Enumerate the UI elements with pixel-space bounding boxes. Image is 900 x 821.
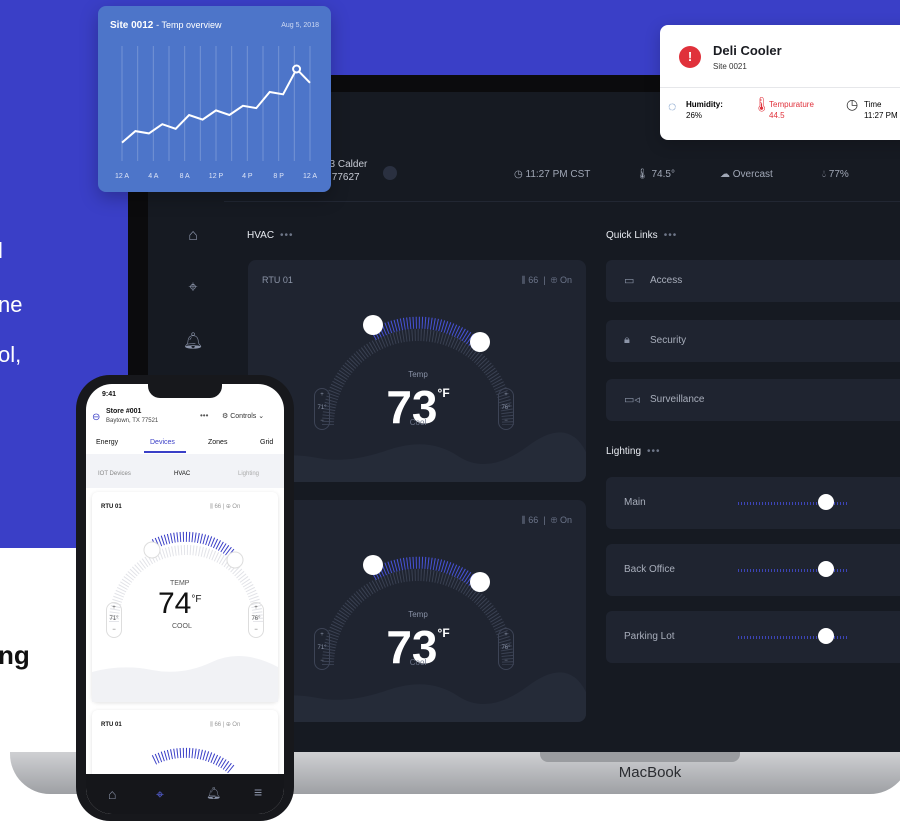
weather-readout: ☁︎ Overcast (720, 169, 773, 180)
mode-label: Cool (409, 418, 427, 427)
lock-icon: 🔒︎ (624, 334, 630, 346)
x-tick-label: 12 A (302, 173, 317, 180)
slider-knob[interactable] (818, 561, 834, 577)
temp-label: Temp (408, 370, 428, 379)
lighting-control-back-office: Back Office (606, 544, 900, 596)
back-icon[interactable]: ⊖ (92, 412, 100, 423)
current-temperature: 74°F (158, 587, 202, 620)
quick-link-access[interactable]: ▭ Access (606, 260, 900, 302)
temp-overview-card: Site 0012 - Temp overview Aug 5, 2018 12… (98, 6, 331, 192)
deli-cooler-alert[interactable]: ! Deli Cooler Site 0021 ◌ Humidity: 26% 🌡︎… (660, 25, 900, 140)
alert-icon: ! (679, 46, 701, 68)
quick-link-security[interactable]: 🔒︎ Security (606, 320, 900, 362)
hero-text-fragment: ol, (0, 342, 22, 367)
home-icon[interactable]: ⌂ (108, 786, 116, 802)
tab-devices[interactable]: Devices (150, 439, 175, 446)
humidity-readout: 💧︎ 77% (822, 169, 849, 180)
more-dots-icon[interactable]: ••• (280, 230, 294, 241)
dial-handle-high (470, 572, 490, 592)
temperature-metric: 🌡︎ Tempurature 44.5 (753, 96, 814, 120)
hero-text-fragment: l (0, 238, 3, 263)
laptop-brand-label: MacBook (618, 764, 682, 781)
phone-hvac-card[interactable]: RTU 01 ⫼ 66 | ⊕ On TEMP 74°F COOL +71° − … (92, 492, 278, 702)
active-tab-indicator (144, 451, 186, 453)
home-icon[interactable]: ⌂ (182, 227, 204, 249)
quick-link-surveillance[interactable]: ▭◃ Surveillance (606, 379, 900, 421)
mode-label: Cool (409, 658, 427, 667)
droplet-icon: ◌ (668, 98, 677, 114)
temp-label: TEMP (170, 580, 190, 587)
droplet-icon: 💧︎ (822, 169, 826, 180)
high-setpoint-stepper[interactable]: +76° − (498, 628, 514, 670)
cloud-icon: ☁︎ (720, 169, 730, 180)
lighting-control-parking-lot: Parking Lot (606, 611, 900, 663)
low-setpoint-stepper[interactable]: +71° − (314, 388, 330, 430)
tab-grid[interactable]: Grid (260, 439, 273, 446)
low-setpoint-stepper[interactable]: +71° − (314, 628, 330, 670)
subtab-iot-devices[interactable]: IOT Devices (98, 471, 131, 477)
more-dots-icon[interactable]: ••• (664, 230, 678, 241)
hvac-unit-card[interactable]: 1 ⫼ 66 | ⊕ On Temp 73°F Cool +71°− +76°− (248, 500, 586, 722)
dial-handle-high (470, 332, 490, 352)
clock-icon: ◷ (846, 96, 859, 112)
subtab-lighting[interactable]: Lighting (238, 471, 259, 477)
phone-notch (148, 384, 222, 398)
divider (660, 87, 900, 88)
menu-icon[interactable]: ≡ (254, 784, 262, 800)
laptop-notch (540, 752, 740, 762)
x-tick-label: 4 A (148, 173, 159, 180)
camera-icon: ▭◃ (624, 394, 640, 406)
hvac-unit-card[interactable]: RTU 01 ⫼ 66 | ⊕ On Temp 73°F Cool +71° − … (248, 260, 586, 482)
controls-button[interactable]: ⚙ Controls ⌄ (222, 412, 264, 420)
x-tick-label: 12 A (114, 173, 129, 180)
x-tick-label: 12 P (208, 173, 224, 180)
quick-links-title: Quick Links ••• (606, 230, 678, 241)
lighting-title: Lighting ••• (606, 446, 661, 457)
bell-icon[interactable]: 🔔︎ (206, 786, 221, 800)
map-pin-icon[interactable]: ⌖ (156, 786, 164, 803)
card-icon: ▭ (624, 275, 635, 287)
tab-zones[interactable]: Zones (208, 439, 227, 446)
bell-icon[interactable]: 🔔︎ (182, 331, 204, 353)
tab-energy[interactable]: Energy (96, 439, 118, 446)
thermometer-icon: 🌡︎ (753, 96, 771, 112)
phone-screen: 9:41 ⊖ Store #001 Baytown, TX 77521 ••• … (86, 384, 284, 814)
time-readout: ◷ 11:27 PM CST (514, 169, 591, 180)
alert-site: Site 0021 (713, 62, 747, 71)
temp-label: Temp (408, 610, 428, 619)
time-metric: ◷ Time 11:27 PM (846, 96, 898, 120)
x-tick-label: 4 P (242, 173, 253, 180)
dial-handle-low (363, 315, 383, 335)
hvac-section-title: HVAC ••• (247, 230, 294, 241)
heading-fragment: ng (0, 640, 30, 670)
dial-handle-low (363, 555, 383, 575)
map-pin-icon[interactable]: ⌖ (182, 279, 204, 301)
more-dots-icon[interactable]: ••• (647, 446, 661, 457)
low-setpoint-stepper[interactable]: +71° − (106, 602, 122, 638)
store-location: Baytown, TX 77521 (106, 418, 159, 424)
status-clock: 9:41 (102, 391, 117, 398)
slider-knob[interactable] (818, 494, 834, 510)
mode-label: COOL (172, 623, 192, 630)
subtab-hvac[interactable]: HVAC (174, 471, 190, 477)
highlight-point (292, 64, 302, 74)
alert-title: Deli Cooler (713, 43, 782, 58)
hero-text-fragment: ne (0, 292, 23, 317)
high-setpoint-stepper[interactable]: +76° − (498, 388, 514, 430)
verified-icon (383, 166, 397, 180)
thermometer-icon: 🌡︎ (636, 169, 649, 180)
humidity-metric: ◌ Humidity: 26% (668, 98, 723, 120)
temp-line-chart (121, 46, 311, 161)
slider-knob[interactable] (818, 628, 834, 644)
store-name: Store #001 (106, 408, 142, 415)
lighting-control-main: Main (606, 477, 900, 529)
high-setpoint-stepper[interactable]: +76° − (248, 602, 264, 638)
more-dots-icon[interactable]: ••• (200, 411, 208, 420)
temperature-readout: 🌡︎ 74.5° (636, 169, 675, 180)
x-tick-label: 8 P (273, 173, 284, 180)
phone-bottom-nav: ⌂ ⌖ 🔔︎ ≡ (86, 774, 284, 814)
x-tick-label: 8 A (179, 173, 190, 180)
